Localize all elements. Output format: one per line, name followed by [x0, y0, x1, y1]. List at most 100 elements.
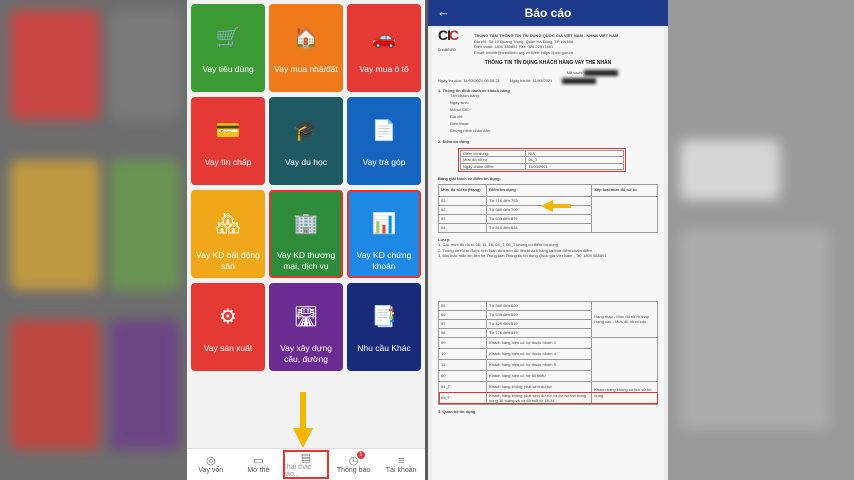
cic-logo-sub: CreditINFO — [438, 48, 456, 52]
notes-block: Lưu ý: 1. Các mức độ rủi ro 06, 11, 16, … — [438, 237, 658, 259]
loan-tile-label: Vay xây dựng cầu, đường — [280, 343, 332, 364]
loan-tile[interactable]: 💳 Vay tín chấp — [191, 97, 265, 185]
loan-tile[interactable]: 🛒 Vay tiêu dùng — [191, 4, 265, 92]
blur-blob — [110, 10, 180, 120]
table-row: 04_T Khách hàng không phát sinh dư nợ Khác… — [437, 380, 658, 405]
request-date-label: Ngày tra cứu: — [438, 77, 463, 83]
table-row: 05 Từ 560 đến 609 Hạng thấp - Mức độ rủi r… — [437, 300, 658, 338]
table-cell: 11 — [437, 358, 488, 371]
request-date: 11/03/2021 06:06:21 — [463, 77, 500, 83]
nav-item[interactable]: ◷ Thông báo 1 — [330, 449, 378, 480]
org-info: TRUNG TÂM THÔNG TIN TÍN DỤNG QUỐC GIA VI… — [474, 33, 658, 55]
section-relations-title: 3. Quan hệ tín dụng — [438, 408, 476, 414]
credit-report-document[interactable]: CI C CreditINFO TRUNG TÂM THÔNG TIN TÍN … — [432, 28, 664, 480]
nav-item[interactable]: ▤ Khai thác báo... — [282, 449, 330, 480]
table-cell: Từ 560 đến 609 — [486, 300, 593, 311]
cic-logo-accent: C — [449, 27, 460, 43]
credit-card-icon: 💳 — [215, 119, 241, 142]
table-cell: Từ 176 đến 419 — [486, 327, 593, 338]
loan-tile[interactable]: ⚙ Vay sản xuất — [191, 283, 265, 371]
table-cell: 09 — [437, 336, 488, 349]
table-header-cell: Điểm tín dụng — [486, 183, 593, 197]
loan-tile-label: Vay trả góp — [362, 157, 406, 167]
loan-tile-label: Vay KD chứng khoán — [356, 250, 412, 271]
table-cell: 00 — [437, 369, 488, 382]
loan-tile-label: Vay tiêu dùng — [202, 64, 254, 74]
loan-tile-label: Nhu cầu Khác — [357, 343, 411, 353]
risk-group-high — [591, 336, 658, 382]
nav-item-label: Khai thác báo... — [282, 463, 312, 478]
blur-blob — [10, 160, 100, 290]
stock-chart-icon: 📊 — [371, 212, 397, 235]
loan-category-grid: 🛒 Vay tiêu dùng 🏠 Vay mua nhà/đất 🚗 Vay mua ô… — [191, 4, 421, 371]
car-icon: 🚗 — [371, 26, 397, 49]
loan-tile[interactable]: 📄 Vay trả góp — [347, 97, 421, 185]
table-cell: 08 — [437, 327, 488, 338]
loan-tile[interactable]: 📊 Vay KD chứng khoán — [347, 190, 421, 278]
loan-tile-label: Vay mua ô tô — [359, 64, 409, 74]
table-cell: 01 — [437, 195, 488, 206]
loan-tile[interactable]: 🎓 Vay du học — [269, 97, 343, 185]
nav-item[interactable]: ▭ Mở thẻ — [235, 449, 283, 480]
risk-group-low: Hạng thấp - Mức độ rủi ro thấp Hạng cao -… — [591, 300, 658, 338]
table-cell: 02 — [437, 204, 488, 215]
report-date: 11/03/2021 — [532, 77, 553, 83]
nav-item[interactable]: ≡ Tài khoản — [377, 449, 425, 480]
table-header-cell: Mức độ rủi ro (Hạng) — [437, 183, 488, 197]
back-arrow-icon[interactable]: ← — [437, 4, 450, 19]
loan-tile[interactable]: 📑 Nhu cầu Khác — [347, 283, 421, 371]
shopping-cart-icon: 🛒 — [215, 26, 241, 49]
report-letterhead: CI C CreditINFO TRUNG TÂM THÔNG TIN TÍN … — [438, 27, 658, 55]
loan-tile[interactable]: 🏢 Vay KD thương mại, dịch vụ — [269, 190, 343, 278]
table-cell: Khách hàng không phát sinh dư nợ và dư n… — [486, 391, 593, 405]
org-line: Email: infohtr@creditinfo.org.vn Web: ht… — [474, 49, 574, 55]
table-cell: Khách hàng hiện có nợ thuộc nhóm 5 — [486, 358, 593, 371]
blur-blob — [680, 140, 780, 200]
wallet-icon: ◎ — [205, 455, 216, 467]
report-icon: ▤ — [300, 451, 312, 464]
table-header-cell: Xếp loại mức độ rủi ro — [591, 183, 658, 197]
table-cell-group — [591, 195, 658, 233]
table-cell: 07 — [437, 318, 488, 329]
page-break — [438, 259, 658, 299]
blur-blob — [10, 320, 100, 450]
identity-field-label: Tên khách hàng: — [450, 93, 480, 98]
score-key: Ngày chấm điểm: — [459, 162, 527, 170]
table-cell: 04 — [437, 222, 488, 233]
table-cell: Khách hàng hiện có nợ thuộc nhóm 4 — [486, 347, 593, 360]
loan-tile-label: Vay KD thương mại, dịch vụ — [276, 250, 336, 271]
loan-tile[interactable]: 🛣 Vay xây dựng cầu, đường — [269, 283, 343, 371]
loan-tile-label: Vay du học — [285, 157, 327, 167]
table-cell: 05_T — [437, 391, 488, 405]
barcode-row: Mã vạch: — [438, 69, 658, 76]
table-cell: 06 — [437, 309, 488, 320]
loan-tile[interactable]: 🚗 Vay mua ô tô — [347, 4, 421, 92]
table-cell: Từ 635 đến 679 — [486, 213, 593, 224]
yellow-arrow-down-icon — [293, 392, 313, 448]
masked-value — [562, 77, 597, 84]
score-value: 11/03/2021 — [525, 162, 624, 170]
identity-field-label: Địa chỉ: — [450, 114, 464, 119]
identity-field-label: Chứng minh nhân dân: — [450, 128, 491, 133]
barcode-label: Mã vạch: — [566, 69, 583, 75]
table-cell: 03 — [437, 213, 488, 224]
date-row: Ngày tra cứu: 11/03/2021 06:06:21 Ngày t… — [438, 77, 658, 84]
identity-field-label: Ngày sinh: — [450, 100, 469, 105]
nav-item-label: Mở thẻ — [247, 467, 270, 474]
risk-group-nohistory: Khách hàng không có lịch sử tín dụng — [591, 380, 658, 405]
loan-tile-label: Vay mua nhà/đất — [274, 64, 338, 74]
identity-fields: Tên khách hàng: Ngày sinh: Mã số CIC: Địa c… — [438, 93, 658, 135]
score-row: Ngày chấm điểm: 11/03/2021 — [459, 162, 624, 170]
table-cell: 05 — [437, 300, 488, 311]
loan-tile[interactable]: 🏠 Vay mua nhà/đất — [269, 4, 343, 92]
table-cell: 04_T — [437, 380, 488, 393]
document-title: THÔNG TIN TÍN DỤNG KHÁCH HÀNG VAY THỂ NH… — [484, 60, 612, 66]
table-cell: Từ 510 đến 634 — [486, 222, 593, 233]
house-icon: 🏠 — [293, 26, 319, 49]
credit-score-table: Điểm tín dụng: N/A Mức độ rủi ro: 05_T Ngày … — [459, 149, 624, 171]
credit-score-box: Điểm tín dụng: N/A Mức độ rủi ro: 05_T Ngày … — [458, 147, 626, 172]
city-icon: 🏢 — [293, 212, 319, 235]
loan-tile[interactable]: 🏘 Vay KD bất động sản — [191, 190, 265, 278]
graduation-cap-icon: 🎓 — [293, 119, 319, 142]
nav-item[interactable]: ◎ Vay vốn — [187, 449, 235, 480]
